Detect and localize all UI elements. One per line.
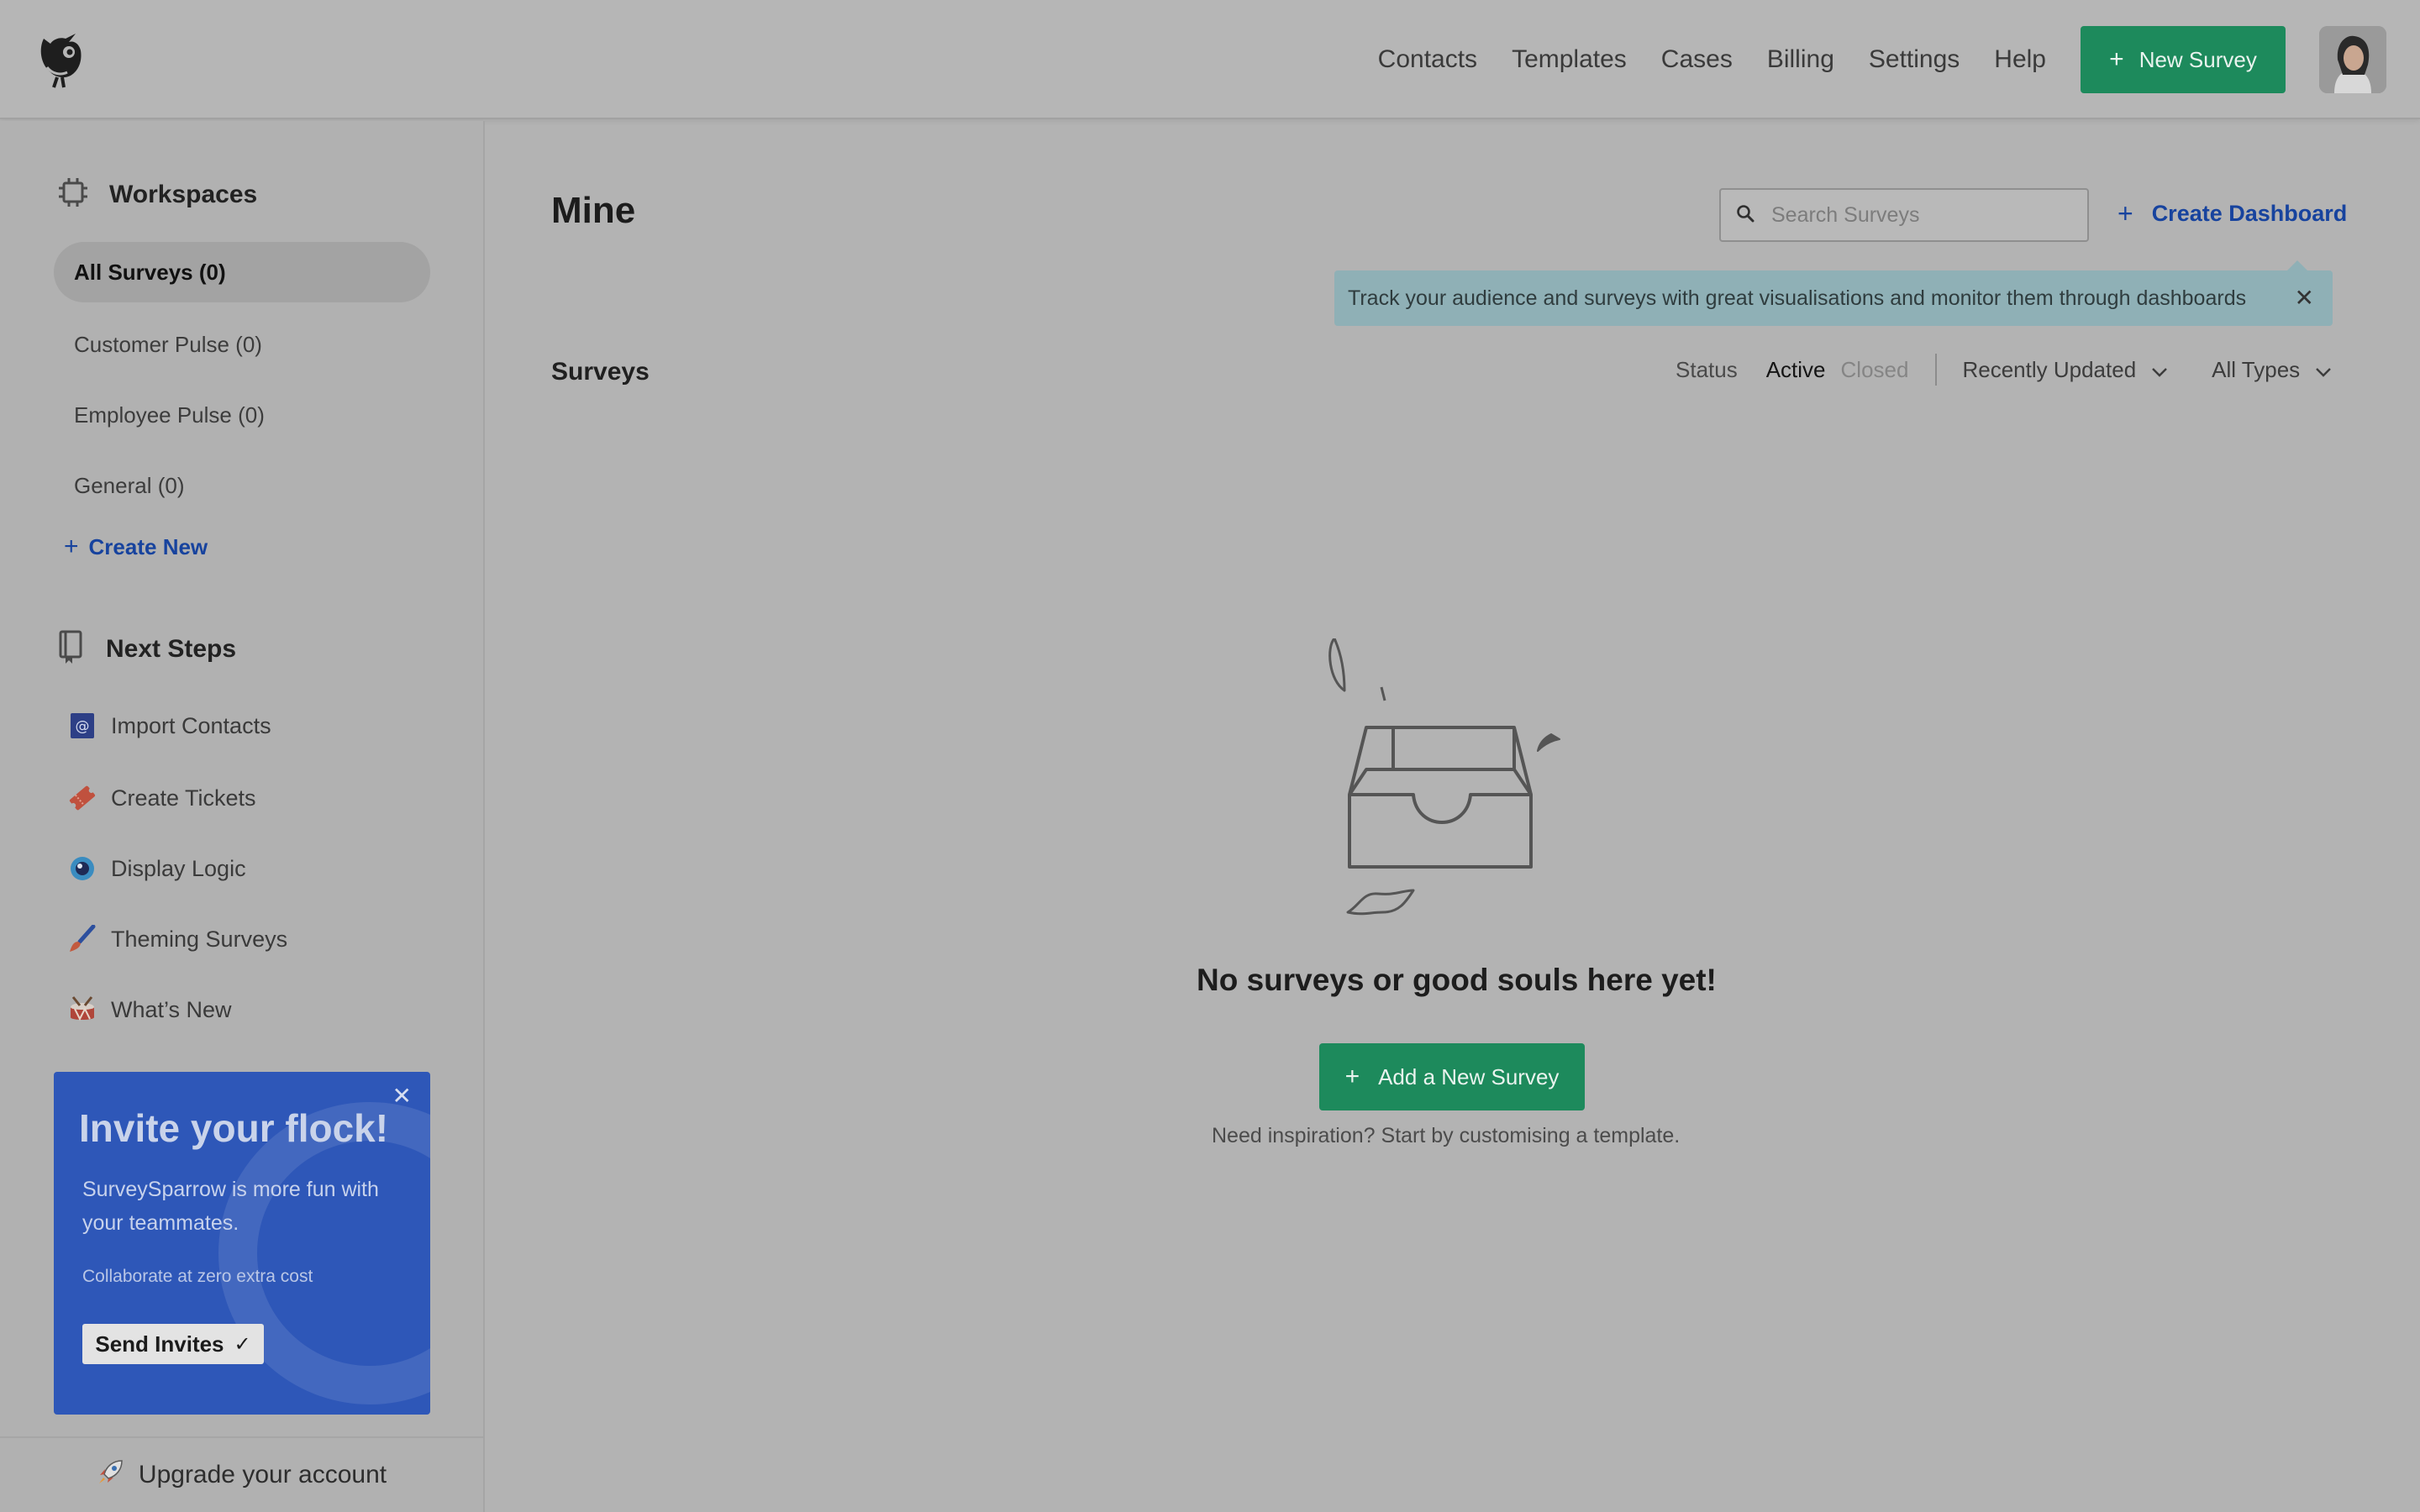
search-input[interactable] <box>1771 202 2074 228</box>
search-icon <box>1736 204 1754 227</box>
create-dashboard-label: Create Dashboard <box>2151 201 2348 226</box>
svg-text:@: @ <box>76 718 90 735</box>
workspace-icon <box>57 178 89 211</box>
page-title: Mine <box>551 190 636 231</box>
nav-contacts[interactable]: Contacts <box>1378 45 1477 74</box>
create-new-label: Create New <box>88 533 208 559</box>
nav-settings[interactable]: Settings <box>1869 45 1960 74</box>
at-sign-icon: @ <box>66 709 99 743</box>
main-nav: Contacts Templates Cases Billing Setting… <box>1378 0 2420 119</box>
next-steps-title: Next Steps <box>106 634 237 663</box>
search-surveys-field[interactable] <box>1719 188 2089 242</box>
next-step-label: What’s New <box>111 996 232 1022</box>
chevron-down-icon <box>2151 357 2168 383</box>
type-dropdown-label: All Types <box>2212 356 2301 382</box>
empty-state-title: No surveys or good souls here yet! <box>1197 963 1717 997</box>
create-dashboard-button[interactable]: + Create Dashboard <box>2118 198 2347 229</box>
new-survey-label: New Survey <box>2139 46 2257 72</box>
invite-card: ✕ Invite your flock! SurveySparrow is mo… <box>54 1072 430 1415</box>
dashboard-tip-banner: Track your audience and surveys with gre… <box>1334 260 2333 326</box>
send-invites-label: Send Invites <box>95 1331 224 1357</box>
send-invites-button[interactable]: Send Invites ✓ <box>82 1324 264 1364</box>
upgrade-account-button[interactable]: Upgrade your account <box>0 1436 483 1512</box>
next-step-label: Display Logic <box>111 855 246 881</box>
sort-dropdown-label: Recently Updated <box>1962 356 2137 382</box>
nav-cases[interactable]: Cases <box>1661 45 1733 74</box>
tip-text: Track your audience and surveys with gre… <box>1348 286 2247 310</box>
workspace-item-employee-pulse[interactable]: Employee Pulse (0) <box>54 385 430 445</box>
workspaces-header: Workspaces <box>57 178 257 211</box>
avatar[interactable] <box>2319 26 2386 93</box>
plus-icon: + <box>64 533 79 560</box>
checkmark-icon: ✓ <box>234 1332 251 1356</box>
next-step-import-contacts[interactable]: @ Import Contacts <box>66 709 271 743</box>
eye-icon <box>66 852 99 885</box>
close-icon[interactable]: ✕ <box>2295 284 2314 312</box>
next-step-create-tickets[interactable]: Create Tickets <box>66 781 256 815</box>
add-new-survey-label: Add a New Survey <box>1378 1063 1560 1089</box>
status-filter-closed[interactable]: Closed <box>1841 357 1909 383</box>
workspace-item-general[interactable]: General (0) <box>54 455 430 516</box>
next-step-whats-new[interactable]: What’s New <box>66 993 232 1026</box>
rocket-icon <box>97 1457 125 1493</box>
filter-divider <box>1935 354 1938 386</box>
next-step-theming-surveys[interactable]: Theming Surveys <box>66 922 287 956</box>
plus-icon: + <box>2118 198 2133 228</box>
sidebar: Workspaces All Surveys (0) Customer Puls… <box>0 121 485 1512</box>
workspaces-title: Workspaces <box>109 180 258 208</box>
plus-icon: + <box>1344 1063 1360 1090</box>
next-step-label: Theming Surveys <box>111 926 288 952</box>
create-workspace-button[interactable]: + Create New <box>64 533 208 561</box>
bookmark-icon <box>57 630 86 668</box>
new-survey-button[interactable]: + New Survey <box>2081 26 2286 93</box>
next-step-display-logic[interactable]: Display Logic <box>66 852 246 885</box>
drum-icon <box>66 993 99 1026</box>
nav-help[interactable]: Help <box>1994 45 2046 74</box>
chevron-down-icon <box>2315 357 2332 383</box>
paintbrush-icon <box>66 922 99 956</box>
add-new-survey-button[interactable]: + Add a New Survey <box>1319 1043 1585 1110</box>
close-icon[interactable]: ✕ <box>392 1082 412 1110</box>
sparrow-logo-icon[interactable] <box>35 30 87 89</box>
empty-inbox-illustration-icon <box>1319 637 1580 924</box>
nav-templates[interactable]: Templates <box>1512 45 1627 74</box>
next-step-label: Create Tickets <box>111 785 256 811</box>
plus-icon: + <box>2109 45 2124 73</box>
surveys-section-title: Surveys <box>551 358 650 386</box>
ticket-icon <box>66 781 99 815</box>
workspace-item-customer-pulse[interactable]: Customer Pulse (0) <box>54 314 430 375</box>
tip-arrow <box>2286 260 2309 272</box>
workspace-item-all-surveys[interactable]: All Surveys (0) <box>54 242 430 302</box>
survey-filters: Status Active Closed Recently Updated Al… <box>1676 353 2332 386</box>
next-step-label: Import Contacts <box>111 712 271 738</box>
top-bar: Contacts Templates Cases Billing Setting… <box>0 0 2420 119</box>
upgrade-label: Upgrade your account <box>138 1461 387 1488</box>
status-label: Status <box>1676 356 1738 382</box>
status-filter-active[interactable]: Active <box>1766 357 1826 383</box>
nav-billing[interactable]: Billing <box>1767 45 1834 74</box>
invite-title: Invite your flock! <box>79 1106 389 1150</box>
invite-small-text: Collaborate at zero extra cost <box>82 1267 313 1286</box>
invite-subtitle: SurveySparrow is more fun with your team… <box>82 1178 379 1235</box>
sort-dropdown[interactable]: Recently Updated <box>1962 357 2168 383</box>
next-steps-header: Next Steps <box>57 630 236 668</box>
type-dropdown[interactable]: All Types <box>2212 357 2332 383</box>
empty-state-hint: Need inspiration? Start by customising a… <box>1212 1124 1681 1147</box>
